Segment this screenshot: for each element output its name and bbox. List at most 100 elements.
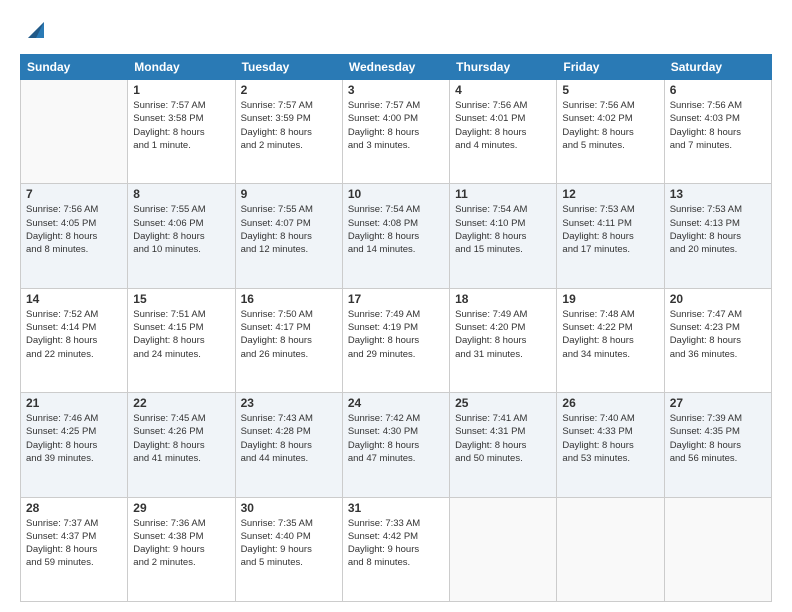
day-number: 22 xyxy=(133,396,229,410)
day-info: Sunrise: 7:49 AM Sunset: 4:20 PM Dayligh… xyxy=(455,308,551,361)
calendar-cell: 14 Sunrise: 7:52 AM Sunset: 4:14 PM Dayli… xyxy=(21,288,128,392)
calendar-week-row: 14 Sunrise: 7:52 AM Sunset: 4:14 PM Dayli… xyxy=(21,288,772,392)
day-info: Sunrise: 7:57 AM Sunset: 3:59 PM Dayligh… xyxy=(241,99,337,152)
calendar-cell: 2 Sunrise: 7:57 AM Sunset: 3:59 PM Daylig… xyxy=(235,80,342,184)
day-info: Sunrise: 7:43 AM Sunset: 4:28 PM Dayligh… xyxy=(241,412,337,465)
calendar-cell: 11Sunrise: 7:54 AM Sunset: 4:10 PM Dayli… xyxy=(450,184,557,288)
day-info: Sunrise: 7:40 AM Sunset: 4:33 PM Dayligh… xyxy=(562,412,658,465)
calendar-cell: 25 Sunrise: 7:41 AM Sunset: 4:31 PM Dayli… xyxy=(450,393,557,497)
calendar-cell: 12Sunrise: 7:53 AM Sunset: 4:11 PM Dayli… xyxy=(557,184,664,288)
day-info: Sunrise: 7:39 AM Sunset: 4:35 PM Dayligh… xyxy=(670,412,766,465)
day-info: Sunrise: 7:56 AM Sunset: 4:05 PM Dayligh… xyxy=(26,203,122,256)
day-number: 4 xyxy=(455,83,551,97)
day-number: 21 xyxy=(26,396,122,410)
day-number: 1 xyxy=(133,83,229,97)
calendar-cell: 16 Sunrise: 7:50 AM Sunset: 4:17 PM Dayli… xyxy=(235,288,342,392)
day-info: Sunrise: 7:50 AM Sunset: 4:17 PM Dayligh… xyxy=(241,308,337,361)
calendar-header-row: SundayMondayTuesdayWednesdayThursdayFrid… xyxy=(21,55,772,80)
day-number: 9 xyxy=(241,187,337,201)
day-number: 5 xyxy=(562,83,658,97)
calendar-cell: 10 Sunrise: 7:54 AM Sunset: 4:08 PM Dayli… xyxy=(342,184,449,288)
day-number: 19 xyxy=(562,292,658,306)
day-info: Sunrise: 7:54 AM Sunset: 4:08 PM Dayligh… xyxy=(348,203,444,256)
day-info: Sunrise: 7:49 AM Sunset: 4:19 PM Dayligh… xyxy=(348,308,444,361)
calendar-cell: 22Sunrise: 7:45 AM Sunset: 4:26 PM Dayli… xyxy=(128,393,235,497)
day-info: Sunrise: 7:35 AM Sunset: 4:40 PM Dayligh… xyxy=(241,517,337,570)
day-number: 13 xyxy=(670,187,766,201)
calendar-cell: 24Sunrise: 7:42 AM Sunset: 4:30 PM Dayli… xyxy=(342,393,449,497)
day-number: 20 xyxy=(670,292,766,306)
calendar-cell: 23 Sunrise: 7:43 AM Sunset: 4:28 PM Dayli… xyxy=(235,393,342,497)
calendar-cell: 29 Sunrise: 7:36 AM Sunset: 4:38 PM Dayli… xyxy=(128,497,235,601)
calendar-header-cell: Wednesday xyxy=(342,55,449,80)
day-number: 8 xyxy=(133,187,229,201)
calendar-cell: 15Sunrise: 7:51 AM Sunset: 4:15 PM Dayli… xyxy=(128,288,235,392)
calendar-cell: 26 Sunrise: 7:40 AM Sunset: 4:33 PM Dayli… xyxy=(557,393,664,497)
calendar-header-cell: Monday xyxy=(128,55,235,80)
calendar-cell: 20 Sunrise: 7:47 AM Sunset: 4:23 PM Dayli… xyxy=(664,288,771,392)
calendar-week-row: 21 Sunrise: 7:46 AM Sunset: 4:25 PM Dayli… xyxy=(21,393,772,497)
day-number: 23 xyxy=(241,396,337,410)
calendar-header-cell: Tuesday xyxy=(235,55,342,80)
day-info: Sunrise: 7:56 AM Sunset: 4:02 PM Dayligh… xyxy=(562,99,658,152)
page: SundayMondayTuesdayWednesdayThursdayFrid… xyxy=(0,0,792,612)
day-info: Sunrise: 7:46 AM Sunset: 4:25 PM Dayligh… xyxy=(26,412,122,465)
calendar-cell: 19 Sunrise: 7:48 AM Sunset: 4:22 PM Dayli… xyxy=(557,288,664,392)
day-info: Sunrise: 7:51 AM Sunset: 4:15 PM Dayligh… xyxy=(133,308,229,361)
calendar-cell xyxy=(664,497,771,601)
day-info: Sunrise: 7:55 AM Sunset: 4:07 PM Dayligh… xyxy=(241,203,337,256)
day-info: Sunrise: 7:57 AM Sunset: 3:58 PM Dayligh… xyxy=(133,99,229,152)
calendar-cell: 31 Sunrise: 7:33 AM Sunset: 4:42 PM Dayli… xyxy=(342,497,449,601)
calendar-header-cell: Sunday xyxy=(21,55,128,80)
logo-icon xyxy=(22,16,50,44)
day-number: 17 xyxy=(348,292,444,306)
day-number: 27 xyxy=(670,396,766,410)
calendar-cell: 6 Sunrise: 7:56 AM Sunset: 4:03 PM Daylig… xyxy=(664,80,771,184)
day-number: 29 xyxy=(133,501,229,515)
day-info: Sunrise: 7:57 AM Sunset: 4:00 PM Dayligh… xyxy=(348,99,444,152)
day-number: 16 xyxy=(241,292,337,306)
header xyxy=(20,16,772,44)
day-number: 3 xyxy=(348,83,444,97)
day-info: Sunrise: 7:42 AM Sunset: 4:30 PM Dayligh… xyxy=(348,412,444,465)
calendar-cell: 1 Sunrise: 7:57 AM Sunset: 3:58 PM Daylig… xyxy=(128,80,235,184)
day-number: 14 xyxy=(26,292,122,306)
calendar-cell: 27 Sunrise: 7:39 AM Sunset: 4:35 PM Dayli… xyxy=(664,393,771,497)
calendar-cell: 5 Sunrise: 7:56 AM Sunset: 4:02 PM Daylig… xyxy=(557,80,664,184)
day-info: Sunrise: 7:37 AM Sunset: 4:37 PM Dayligh… xyxy=(26,517,122,570)
calendar-cell xyxy=(450,497,557,601)
calendar-cell: 7Sunrise: 7:56 AM Sunset: 4:05 PM Daylig… xyxy=(21,184,128,288)
calendar-cell: 3 Sunrise: 7:57 AM Sunset: 4:00 PM Daylig… xyxy=(342,80,449,184)
day-info: Sunrise: 7:36 AM Sunset: 4:38 PM Dayligh… xyxy=(133,517,229,570)
calendar-cell xyxy=(557,497,664,601)
day-number: 30 xyxy=(241,501,337,515)
day-number: 26 xyxy=(562,396,658,410)
calendar-header-cell: Saturday xyxy=(664,55,771,80)
calendar-cell: 21 Sunrise: 7:46 AM Sunset: 4:25 PM Dayli… xyxy=(21,393,128,497)
day-number: 31 xyxy=(348,501,444,515)
calendar-week-row: 7Sunrise: 7:56 AM Sunset: 4:05 PM Daylig… xyxy=(21,184,772,288)
day-info: Sunrise: 7:33 AM Sunset: 4:42 PM Dayligh… xyxy=(348,517,444,570)
calendar-cell: 18 Sunrise: 7:49 AM Sunset: 4:20 PM Dayli… xyxy=(450,288,557,392)
logo xyxy=(20,16,50,44)
calendar-table: SundayMondayTuesdayWednesdayThursdayFrid… xyxy=(20,54,772,602)
day-number: 11 xyxy=(455,187,551,201)
day-number: 25 xyxy=(455,396,551,410)
calendar-cell: 9 Sunrise: 7:55 AM Sunset: 4:07 PM Daylig… xyxy=(235,184,342,288)
day-info: Sunrise: 7:56 AM Sunset: 4:03 PM Dayligh… xyxy=(670,99,766,152)
calendar-cell: 28Sunrise: 7:37 AM Sunset: 4:37 PM Dayli… xyxy=(21,497,128,601)
calendar-week-row: 28Sunrise: 7:37 AM Sunset: 4:37 PM Dayli… xyxy=(21,497,772,601)
day-info: Sunrise: 7:52 AM Sunset: 4:14 PM Dayligh… xyxy=(26,308,122,361)
day-number: 10 xyxy=(348,187,444,201)
calendar-cell: 8Sunrise: 7:55 AM Sunset: 4:06 PM Daylig… xyxy=(128,184,235,288)
day-number: 18 xyxy=(455,292,551,306)
calendar-cell: 4Sunrise: 7:56 AM Sunset: 4:01 PM Daylig… xyxy=(450,80,557,184)
day-info: Sunrise: 7:48 AM Sunset: 4:22 PM Dayligh… xyxy=(562,308,658,361)
day-info: Sunrise: 7:53 AM Sunset: 4:13 PM Dayligh… xyxy=(670,203,766,256)
calendar-week-row: 1 Sunrise: 7:57 AM Sunset: 3:58 PM Daylig… xyxy=(21,80,772,184)
day-info: Sunrise: 7:47 AM Sunset: 4:23 PM Dayligh… xyxy=(670,308,766,361)
day-number: 2 xyxy=(241,83,337,97)
calendar-cell: 13 Sunrise: 7:53 AM Sunset: 4:13 PM Dayli… xyxy=(664,184,771,288)
day-number: 6 xyxy=(670,83,766,97)
day-info: Sunrise: 7:41 AM Sunset: 4:31 PM Dayligh… xyxy=(455,412,551,465)
